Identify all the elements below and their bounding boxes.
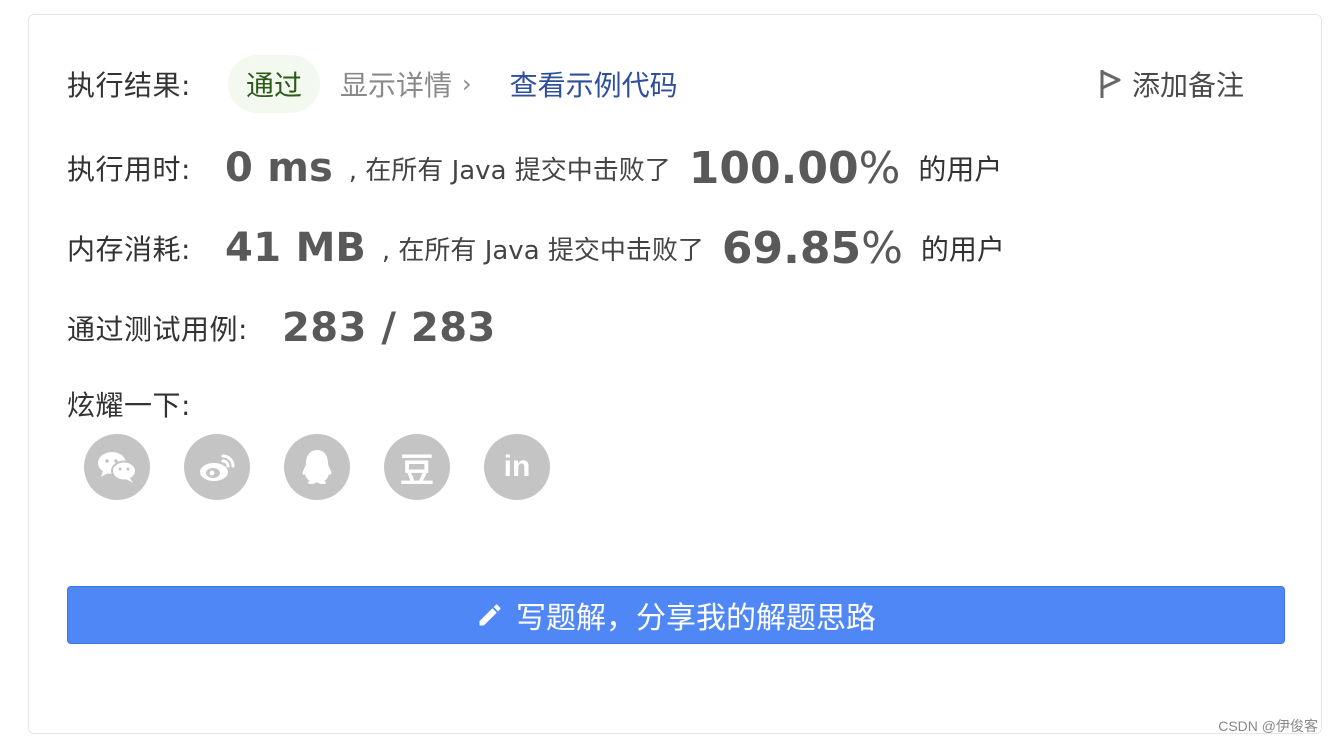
memory-value: 41 <box>224 225 282 271</box>
runtime-unit: ms <box>267 145 333 191</box>
runtime-suffix: 的用户 <box>918 153 1003 186</box>
runtime-beat-text: , 在所有 Java 提交中击败了 <box>348 155 671 186</box>
runtime-label: 执行用时: <box>67 153 191 186</box>
add-note-label: 添加备注 <box>1132 69 1245 102</box>
douban-icon[interactable]: 豆 <box>384 434 450 500</box>
show-details-label: 显示详情 <box>339 69 452 102</box>
status-badge: 通过 <box>227 55 320 113</box>
memory-percent-sign: % <box>861 222 903 274</box>
memory-label: 内存消耗: <box>67 233 191 266</box>
qq-icon[interactable] <box>284 434 350 500</box>
tests-value: 283 / 283 <box>281 305 496 351</box>
write-solution-label: 写题解，分享我的解题思路 <box>516 601 876 636</box>
add-note-button[interactable]: 添加备注 <box>1098 55 1244 113</box>
view-example-code-link[interactable]: 查看示例代码 <box>510 64 678 104</box>
memory-row: 内存消耗: 41 MB , 在所有 Java 提交中击败了 69.85 % 的用… <box>67 220 1005 276</box>
wechat-icon[interactable] <box>84 434 150 500</box>
memory-percent: 69.85 <box>721 222 862 274</box>
share-row: 炫耀一下: <box>67 384 191 424</box>
runtime-percent: 100.00 <box>688 142 859 194</box>
runtime-value: 0 <box>224 145 254 191</box>
tests-row: 通过测试用例: 283 / 283 <box>67 300 496 356</box>
runtime-percent-sign: % <box>858 142 901 194</box>
share-label: 炫耀一下: <box>67 389 191 422</box>
tests-label: 通过测试用例: <box>67 313 248 346</box>
watermark: CSDN @伊俊客 <box>1218 718 1318 734</box>
show-details-link[interactable]: 显示详情 › <box>340 64 472 104</box>
weibo-icon[interactable] <box>184 434 250 500</box>
runtime-row: 执行用时: 0 ms , 在所有 Java 提交中击败了 100.00 % 的用… <box>67 140 1002 196</box>
write-solution-button[interactable]: 写题解，分享我的解题思路 <box>67 586 1285 644</box>
result-label: 执行结果: <box>67 69 191 102</box>
memory-suffix: 的用户 <box>920 233 1005 266</box>
result-row: 执行结果: 通过 显示详情 › 查看示例代码 <box>67 55 678 113</box>
memory-unit: MB <box>295 225 366 271</box>
flag-icon <box>1100 70 1121 98</box>
linkedin-icon[interactable]: in <box>484 434 550 500</box>
chevron-right-icon: › <box>461 70 472 98</box>
pencil-icon <box>479 604 501 626</box>
memory-beat-text: , 在所有 Java 提交中击败了 <box>381 235 704 266</box>
